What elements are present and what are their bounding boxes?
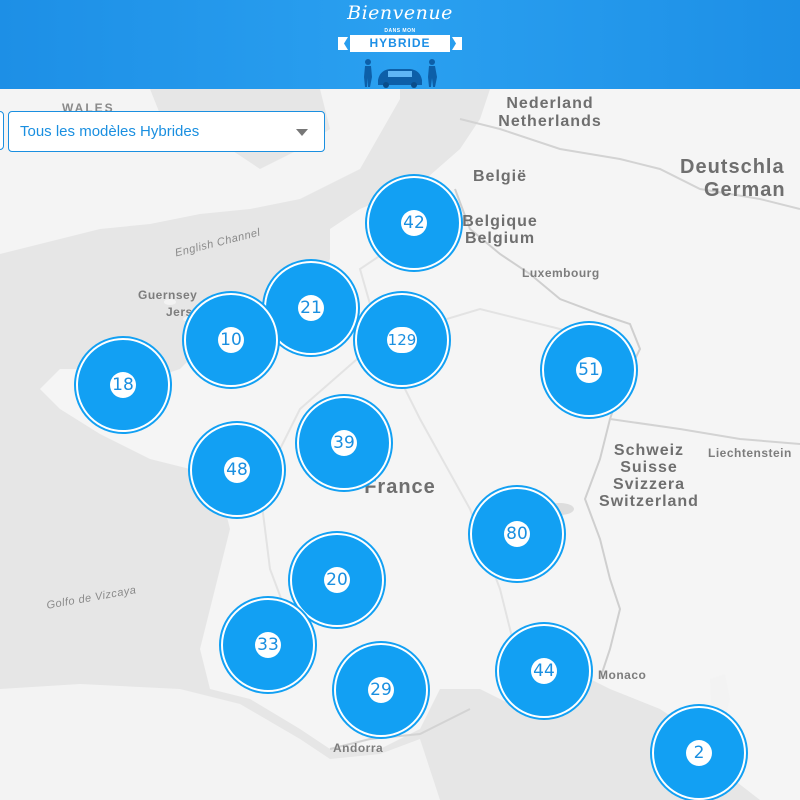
cluster-count-badge: 44 <box>531 658 557 684</box>
cluster-count-badge: 18 <box>110 372 136 398</box>
label-liechtenstein: Liechtenstein <box>708 446 792 460</box>
cluster-marker[interactable]: 39 <box>297 396 391 490</box>
cluster-count-badge: 20 <box>324 567 350 593</box>
label-deutschland: Deutschla <box>680 156 785 178</box>
cluster-count-badge: 39 <box>331 430 357 456</box>
label-belgique: Belgique <box>462 213 538 230</box>
side-panel-toggle[interactable] <box>0 111 4 150</box>
label-netherlands: Netherlands <box>498 113 602 130</box>
label-guernsey: Guernsey <box>138 288 198 302</box>
cluster-marker[interactable]: 18 <box>76 338 170 432</box>
cluster-marker[interactable]: 21 <box>264 261 358 355</box>
cluster-count-badge: 48 <box>224 457 250 483</box>
cluster-count-badge: 33 <box>255 632 281 658</box>
cluster-count-badge: 129 <box>387 327 417 353</box>
cluster-count-badge: 2 <box>686 740 712 766</box>
label-belgie: België <box>472 168 527 185</box>
cluster-count: 80 <box>506 524 528 544</box>
cluster-marker[interactable]: 29 <box>334 643 428 737</box>
logo-script-text: Bienvenue <box>347 2 453 24</box>
model-filter-value: Tous les modèles Hybrides <box>20 123 200 140</box>
cluster-marker[interactable]: 129 <box>355 293 449 387</box>
cluster-marker[interactable]: 42 <box>367 176 461 270</box>
cluster-marker[interactable]: 80 <box>470 487 564 581</box>
label-monaco: Monaco <box>598 668 647 682</box>
label-schweiz: Schweiz <box>613 442 685 459</box>
car-people-icon <box>364 59 437 88</box>
cluster-marker[interactable]: 2 <box>652 706 746 800</box>
cluster-count: 51 <box>578 360 600 380</box>
cluster-count-badge: 51 <box>576 357 602 383</box>
cluster-marker[interactable]: 33 <box>221 598 315 692</box>
cluster-count: 21 <box>300 298 322 318</box>
cluster-count-badge: 21 <box>298 295 324 321</box>
label-andorra: Andorra <box>333 741 384 755</box>
label-luxembourg: Luxembourg <box>522 266 600 280</box>
cluster-count: 2 <box>693 743 705 763</box>
cluster-count: 33 <box>257 635 279 655</box>
label-switzerland: Switzerland <box>599 493 699 510</box>
bienvenue-hybride-logo[interactable]: Bienvenue DANS MON HYBRIDE <box>330 0 470 89</box>
cluster-count: 18 <box>112 375 134 395</box>
logo-small-text: DANS MON <box>384 28 416 34</box>
chevron-down-icon <box>296 129 308 136</box>
cluster-marker[interactable]: 44 <box>497 624 591 718</box>
logo-banner-text: HYBRIDE <box>369 36 431 50</box>
label-belgium: Belgium <box>464 230 536 247</box>
cluster-marker[interactable]: 48 <box>190 423 284 517</box>
cluster-count-badge: 29 <box>368 677 394 703</box>
label-suisse: Suisse <box>620 459 678 476</box>
cluster-count-badge: 10 <box>218 327 244 353</box>
cluster-count: 29 <box>370 680 392 700</box>
cluster-count: 42 <box>403 213 425 233</box>
label-svizzera: Svizzera <box>612 476 686 493</box>
label-germany: German <box>704 179 786 201</box>
cluster-count: 10 <box>220 330 242 350</box>
cluster-count-badge: 42 <box>401 210 427 236</box>
cluster-count: 129 <box>387 331 417 349</box>
cluster-count-badge: 80 <box>504 521 530 547</box>
header-bar: Bienvenue DANS MON HYBRIDE <box>0 0 800 89</box>
cluster-count: 39 <box>333 433 355 453</box>
cluster-count: 48 <box>226 460 248 480</box>
cluster-marker[interactable]: 51 <box>542 323 636 417</box>
cluster-marker[interactable]: 10 <box>184 293 278 387</box>
cluster-marker[interactable]: 20 <box>290 533 384 627</box>
label-nederland: Nederland <box>506 95 594 112</box>
cluster-count: 20 <box>326 570 348 590</box>
cluster-count: 44 <box>533 661 555 681</box>
model-filter-select[interactable]: Tous les modèles Hybrides <box>8 111 325 152</box>
